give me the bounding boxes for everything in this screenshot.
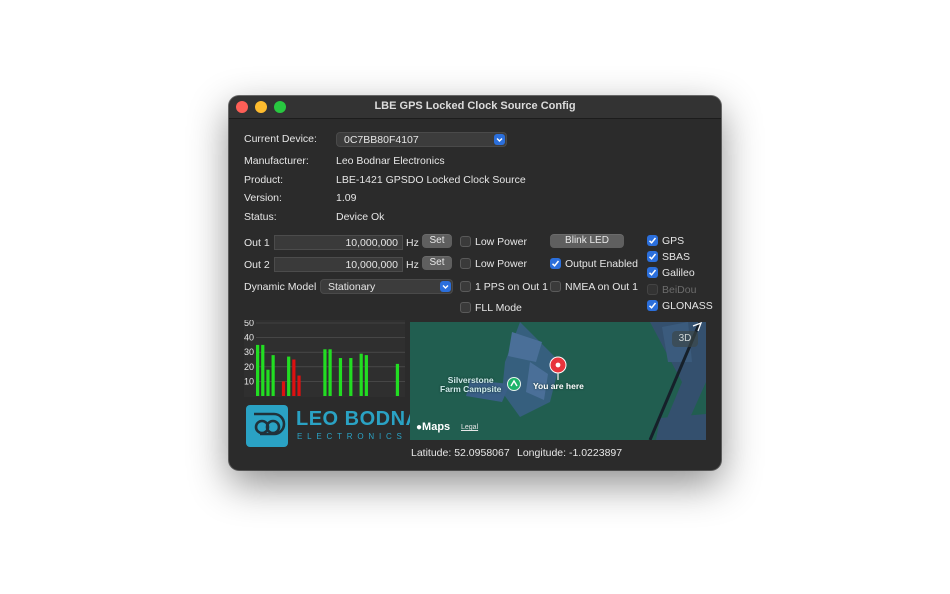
status-label: Status: bbox=[244, 211, 277, 223]
signal-bar bbox=[287, 356, 291, 396]
latitude-value: Latitude: 52.0958067 bbox=[411, 447, 510, 459]
device-dropdown[interactable]: 0C7BB80F4107 bbox=[336, 132, 507, 147]
pin-label: You are here bbox=[533, 381, 584, 391]
map-legal-link[interactable]: Legal bbox=[461, 424, 478, 431]
out1-low-power-label: Low Power bbox=[475, 236, 527, 248]
signal-strength-chart: 50 40 30 20 10 bbox=[244, 318, 405, 397]
out1-frequency-field[interactable]: 10,000,000 bbox=[274, 235, 403, 250]
dynamic-model-dropdown[interactable]: Stationary bbox=[320, 279, 453, 294]
gps-checkbox[interactable] bbox=[647, 235, 658, 246]
compass-icon[interactable] bbox=[692, 322, 702, 332]
out2-unit: Hz bbox=[406, 259, 419, 271]
galileo-checkbox[interactable] bbox=[647, 267, 658, 278]
manufacturer-label: Manufacturer: bbox=[244, 155, 309, 167]
nmea-label: NMEA on Out 1 bbox=[565, 281, 638, 293]
product-value: LBE-1421 GPSDO Locked Clock Source bbox=[336, 174, 526, 186]
product-label: Product: bbox=[244, 174, 284, 186]
out1-frequency-value: 10,000,000 bbox=[345, 237, 398, 249]
title-bar[interactable]: LBE GPS Locked Clock Source Config bbox=[229, 96, 721, 119]
out1-low-power-checkbox[interactable] bbox=[460, 236, 471, 247]
map-view[interactable]: 3D Silverstone Farm Campsite You are her… bbox=[410, 322, 706, 440]
out1-set-button[interactable]: Set bbox=[422, 234, 452, 248]
signal-bar bbox=[271, 355, 275, 396]
sbas-label: SBAS bbox=[662, 251, 691, 263]
version-value: 1.09 bbox=[336, 192, 357, 204]
maps-brand: ●Maps bbox=[416, 421, 450, 433]
signal-bar bbox=[292, 359, 296, 396]
dynamic-model-label: Dynamic Model bbox=[244, 281, 317, 293]
window-title: LBE GPS Locked Clock Source Config bbox=[374, 100, 576, 112]
logo-mark-icon bbox=[246, 405, 288, 447]
device-dropdown-value: 0C7BB80F4107 bbox=[344, 134, 419, 146]
gps-label: GPS bbox=[662, 235, 685, 247]
chart-y-tick-label: 50 bbox=[244, 320, 254, 328]
signal-bar bbox=[261, 344, 265, 396]
nmea-checkbox[interactable] bbox=[550, 281, 561, 292]
logo-text-line2: ELECTRONICS bbox=[297, 432, 407, 441]
fll-mode-checkbox[interactable] bbox=[460, 302, 471, 313]
beidou-checkbox[interactable] bbox=[647, 284, 658, 295]
output-enabled-label: Output Enabled bbox=[565, 258, 638, 270]
chart-y-tick-label: 10 bbox=[244, 376, 254, 386]
dynamic-model-value: Stationary bbox=[328, 281, 376, 293]
map-place-label: Silverstone Farm Campsite bbox=[440, 376, 501, 394]
current-device-label: Current Device: bbox=[244, 133, 317, 145]
signal-bar bbox=[359, 353, 363, 396]
out2-set-button[interactable]: Set bbox=[422, 256, 452, 270]
signal-bar bbox=[256, 344, 260, 396]
signal-chart-svg: 50 40 30 20 10 bbox=[244, 318, 405, 396]
campsite-marker-icon[interactable] bbox=[507, 377, 521, 391]
location-pin-icon[interactable] bbox=[548, 355, 568, 381]
chevron-updown-icon bbox=[494, 134, 505, 145]
beidou-label: BeiDou bbox=[662, 284, 697, 296]
glonass-label: GLONASS bbox=[662, 300, 713, 312]
chart-y-tick-label: 30 bbox=[244, 347, 254, 357]
out2-low-power-label: Low Power bbox=[475, 258, 527, 270]
sbas-checkbox[interactable] bbox=[647, 251, 658, 262]
signal-bar bbox=[323, 349, 327, 396]
galileo-label: Galileo bbox=[662, 267, 695, 279]
maps-brand-text: Maps bbox=[422, 421, 451, 433]
status-value: Device Ok bbox=[336, 211, 385, 223]
output-enabled-checkbox[interactable] bbox=[550, 258, 561, 269]
signal-bar bbox=[281, 381, 286, 396]
pps-label: 1 PPS on Out 1 bbox=[475, 281, 548, 293]
manufacturer-value: Leo Bodnar Electronics bbox=[336, 155, 445, 167]
out1-unit: Hz bbox=[406, 237, 419, 249]
signal-bar bbox=[349, 358, 353, 396]
out2-label: Out 2 bbox=[244, 259, 270, 271]
out2-frequency-field[interactable]: 10,000,000 bbox=[274, 257, 403, 272]
out2-low-power-checkbox[interactable] bbox=[460, 258, 471, 269]
chart-y-tick-label: 40 bbox=[244, 333, 254, 343]
signal-bar bbox=[338, 358, 343, 396]
map-3d-button[interactable]: 3D bbox=[672, 331, 698, 347]
glonass-checkbox[interactable] bbox=[647, 300, 658, 311]
pps-checkbox[interactable] bbox=[460, 281, 471, 292]
version-label: Version: bbox=[244, 192, 282, 204]
blink-led-button[interactable]: Blink LED bbox=[550, 234, 624, 248]
fll-mode-label: FLL Mode bbox=[475, 302, 522, 314]
signal-bar bbox=[297, 375, 301, 396]
signal-bar bbox=[364, 355, 368, 396]
out2-frequency-value: 10,000,000 bbox=[345, 259, 398, 271]
out1-label: Out 1 bbox=[244, 237, 270, 249]
signal-bar bbox=[395, 363, 400, 396]
signal-bar bbox=[328, 349, 332, 396]
chevron-updown-icon bbox=[440, 281, 451, 292]
chart-y-tick-label: 20 bbox=[244, 362, 254, 372]
longitude-value: Longitude: -1.0223897 bbox=[517, 447, 623, 459]
map-place-label-line2: Farm Campsite bbox=[440, 384, 502, 394]
signal-bar bbox=[266, 369, 270, 396]
leo-bodnar-logo: LEO BODNAR ELECTRONICS bbox=[246, 405, 435, 447]
